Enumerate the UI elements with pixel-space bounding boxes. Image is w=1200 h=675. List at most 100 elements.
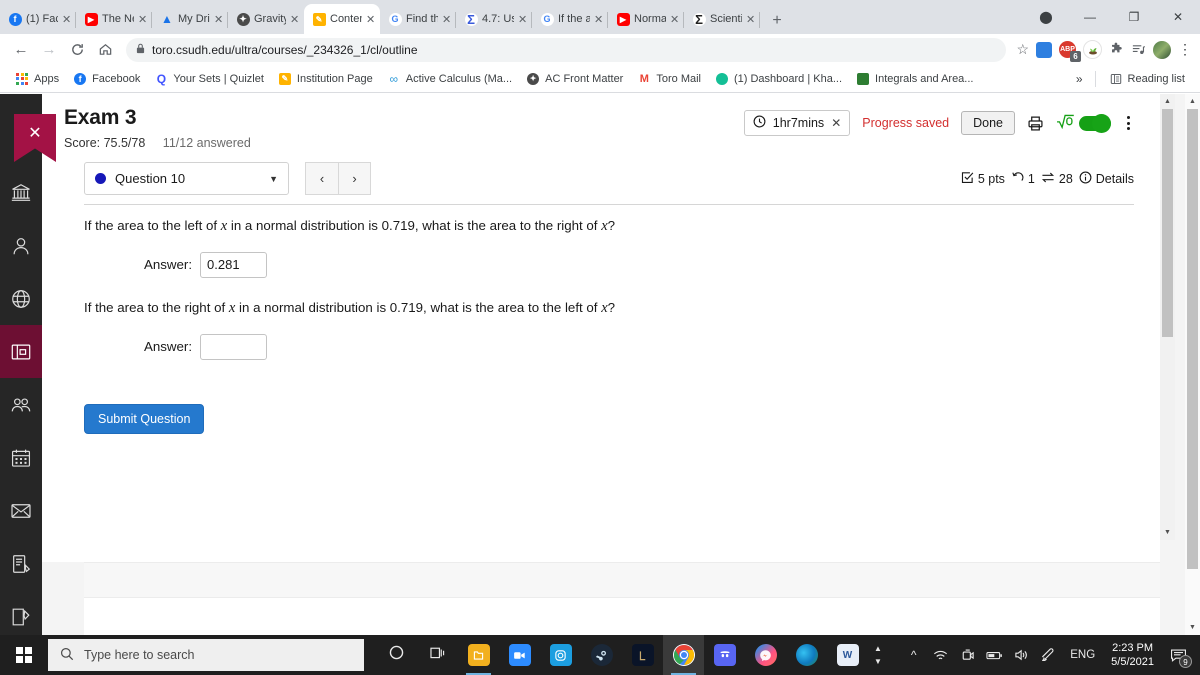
notification-center-button[interactable]: 9 bbox=[1162, 635, 1194, 675]
taskbar-search[interactable]: Type here to search bbox=[48, 639, 364, 671]
bookmark-item[interactable]: ✎ Institution Page bbox=[271, 72, 380, 86]
submit-question-button[interactable]: Submit Question bbox=[84, 403, 205, 434]
taskbar-app-discord[interactable] bbox=[704, 635, 745, 675]
bookmark-item[interactable]: Integrals and Area... bbox=[849, 72, 980, 86]
sidebar-item-messages[interactable] bbox=[0, 484, 42, 537]
taskbar-app-messenger[interactable] bbox=[745, 635, 786, 675]
taskbar-app-league-of-legends[interactable] bbox=[622, 635, 663, 675]
new-tab-button[interactable]: + bbox=[766, 12, 788, 30]
scroll-down-arrow[interactable]: ▼ bbox=[1160, 525, 1175, 540]
browser-tab[interactable]: ✎ Conten ✕ bbox=[304, 4, 380, 34]
bookmark-item[interactable]: ∞ Active Calculus (Ma... bbox=[380, 72, 519, 86]
timer-chip[interactable]: 1hr7mins ✕ bbox=[743, 110, 851, 136]
music-list-icon[interactable] bbox=[1131, 42, 1146, 57]
bookmark-item[interactable]: Q Your Sets | Quizlet bbox=[147, 72, 271, 86]
close-window-button[interactable]: ✕ bbox=[1156, 10, 1200, 24]
done-button[interactable]: Done bbox=[961, 111, 1015, 135]
next-question-button[interactable]: › bbox=[338, 162, 371, 195]
bookmark-item[interactable]: M Toro Mail bbox=[630, 72, 708, 86]
browser-menu-icon[interactable]: ⋮ bbox=[1178, 41, 1192, 58]
minimize-button[interactable]: — bbox=[1068, 10, 1112, 24]
camera-icon[interactable] bbox=[954, 635, 981, 675]
sidebar-item-groups[interactable] bbox=[0, 378, 42, 431]
tab-close-button[interactable]: ✕ bbox=[290, 13, 300, 26]
scrollbar-thumb[interactable] bbox=[1187, 109, 1198, 569]
browser-tab[interactable]: ✦ Gravity ✕ bbox=[228, 4, 304, 34]
timer-close-icon[interactable]: ✕ bbox=[831, 116, 841, 130]
taskbar-app-edge[interactable] bbox=[786, 635, 827, 675]
home-button[interactable] bbox=[92, 37, 118, 63]
bookmark-item[interactable]: f Facebook bbox=[66, 72, 147, 86]
overflow-up-arrow[interactable]: ▲ bbox=[874, 644, 882, 653]
tab-close-button[interactable]: ✕ bbox=[214, 13, 224, 26]
browser-scrollbar[interactable]: ▲ ▼ bbox=[1185, 94, 1200, 635]
browser-tab[interactable]: ▲ My Dri ✕ bbox=[152, 4, 228, 34]
sidebar-item-profile[interactable] bbox=[0, 219, 42, 272]
tab-close-button[interactable]: ✕ bbox=[518, 13, 528, 26]
question-select[interactable]: Question 10 ▼ bbox=[84, 162, 289, 195]
taskbar-overflow[interactable]: ▲ ▼ bbox=[874, 644, 882, 666]
volume-icon[interactable] bbox=[1008, 635, 1035, 675]
exam-menu-icon[interactable] bbox=[1123, 114, 1134, 132]
tray-chevron-icon[interactable]: ^ bbox=[900, 635, 927, 675]
forward-button[interactable]: → bbox=[36, 37, 62, 63]
bookmark-item[interactable]: ✦ AC Front Matter bbox=[519, 72, 630, 86]
bookmark-item[interactable]: Apps bbox=[8, 72, 66, 86]
bookmark-star-icon[interactable]: ☆ bbox=[1016, 41, 1029, 58]
tab-close-button[interactable]: ✕ bbox=[746, 13, 756, 26]
details-button[interactable]: Details bbox=[1079, 171, 1134, 187]
extension-blue-icon[interactable] bbox=[1036, 41, 1052, 58]
tab-close-button[interactable]: ✕ bbox=[594, 13, 604, 26]
taskbar-app-word[interactable]: W bbox=[827, 635, 868, 675]
math-keyboard-toggle[interactable] bbox=[1056, 113, 1111, 134]
taskbar-app-steam[interactable] bbox=[581, 635, 622, 675]
browser-tab[interactable]: Σ Scienti ✕ bbox=[684, 4, 760, 34]
answer-input-2[interactable] bbox=[200, 333, 268, 360]
scrollbar-thumb[interactable] bbox=[1162, 109, 1173, 337]
scroll-down-arrow[interactable]: ▼ bbox=[1185, 620, 1200, 635]
sidebar-item-grades[interactable] bbox=[0, 537, 42, 590]
bookmark-item[interactable]: (1) Dashboard | Kha... bbox=[708, 72, 849, 86]
sidebar-item-courses[interactable] bbox=[0, 325, 42, 378]
tab-close-button[interactable]: ✕ bbox=[62, 13, 72, 26]
reading-list-button[interactable]: Reading list bbox=[1102, 72, 1192, 86]
content-scrollbar[interactable]: ▲ ▼ bbox=[1160, 94, 1175, 540]
language-indicator[interactable]: ENG bbox=[1062, 649, 1103, 661]
plant-extension-icon[interactable] bbox=[1083, 40, 1102, 59]
browser-tab[interactable]: G Find th ✕ bbox=[380, 4, 456, 34]
overflow-down-arrow[interactable]: ▼ bbox=[874, 657, 882, 666]
answer-input-1[interactable]: 0.281 bbox=[200, 251, 268, 278]
browser-tab[interactable]: ▶ Norma ✕ bbox=[608, 4, 684, 34]
taskbar-app-chrome[interactable] bbox=[663, 635, 704, 675]
taskbar-app-file-explorer[interactable] bbox=[458, 635, 499, 675]
address-bar[interactable]: toro.csudh.edu/ultra/courses/_234326_1/c… bbox=[126, 37, 1007, 62]
battery-icon[interactable] bbox=[981, 635, 1008, 675]
wifi-icon[interactable] bbox=[927, 635, 954, 675]
task-view-button[interactable] bbox=[417, 635, 458, 675]
cortana-button[interactable] bbox=[376, 635, 417, 675]
browser-tab[interactable]: G If the a ✕ bbox=[532, 4, 608, 34]
tab-close-button[interactable]: ✕ bbox=[366, 13, 376, 26]
tab-close-button[interactable]: ✕ bbox=[138, 13, 148, 26]
toggle-track[interactable] bbox=[1079, 113, 1111, 133]
back-button[interactable]: ← bbox=[8, 37, 34, 63]
browser-tab[interactable]: f (1) Face ✕ bbox=[0, 4, 76, 34]
scroll-up-arrow[interactable]: ▲ bbox=[1185, 94, 1200, 109]
pen-icon[interactable] bbox=[1035, 635, 1062, 675]
sidebar-item-globe[interactable] bbox=[0, 272, 42, 325]
taskbar-app-instagram[interactable] bbox=[540, 635, 581, 675]
adblock-icon[interactable]: ABP 6 bbox=[1059, 41, 1081, 62]
sidebar-item-institution[interactable] bbox=[0, 166, 42, 219]
scroll-up-arrow[interactable]: ▲ bbox=[1160, 94, 1175, 109]
profile-badge-icon[interactable]: ⬤ bbox=[1024, 10, 1068, 24]
start-button[interactable] bbox=[0, 635, 48, 675]
clock[interactable]: 2:23 PM 5/5/2021 bbox=[1103, 641, 1162, 669]
profile-avatar[interactable] bbox=[1153, 40, 1171, 59]
sidebar-item-calendar[interactable] bbox=[0, 431, 42, 484]
tab-close-button[interactable]: ✕ bbox=[442, 13, 452, 26]
browser-tab[interactable]: Σ 4.7: Us ✕ bbox=[456, 4, 532, 34]
puzzle-icon[interactable] bbox=[1109, 42, 1124, 57]
taskbar-app-zoom[interactable] bbox=[499, 635, 540, 675]
printer-icon[interactable] bbox=[1027, 115, 1044, 132]
browser-tab[interactable]: ▶ The Ne ✕ bbox=[76, 4, 152, 34]
